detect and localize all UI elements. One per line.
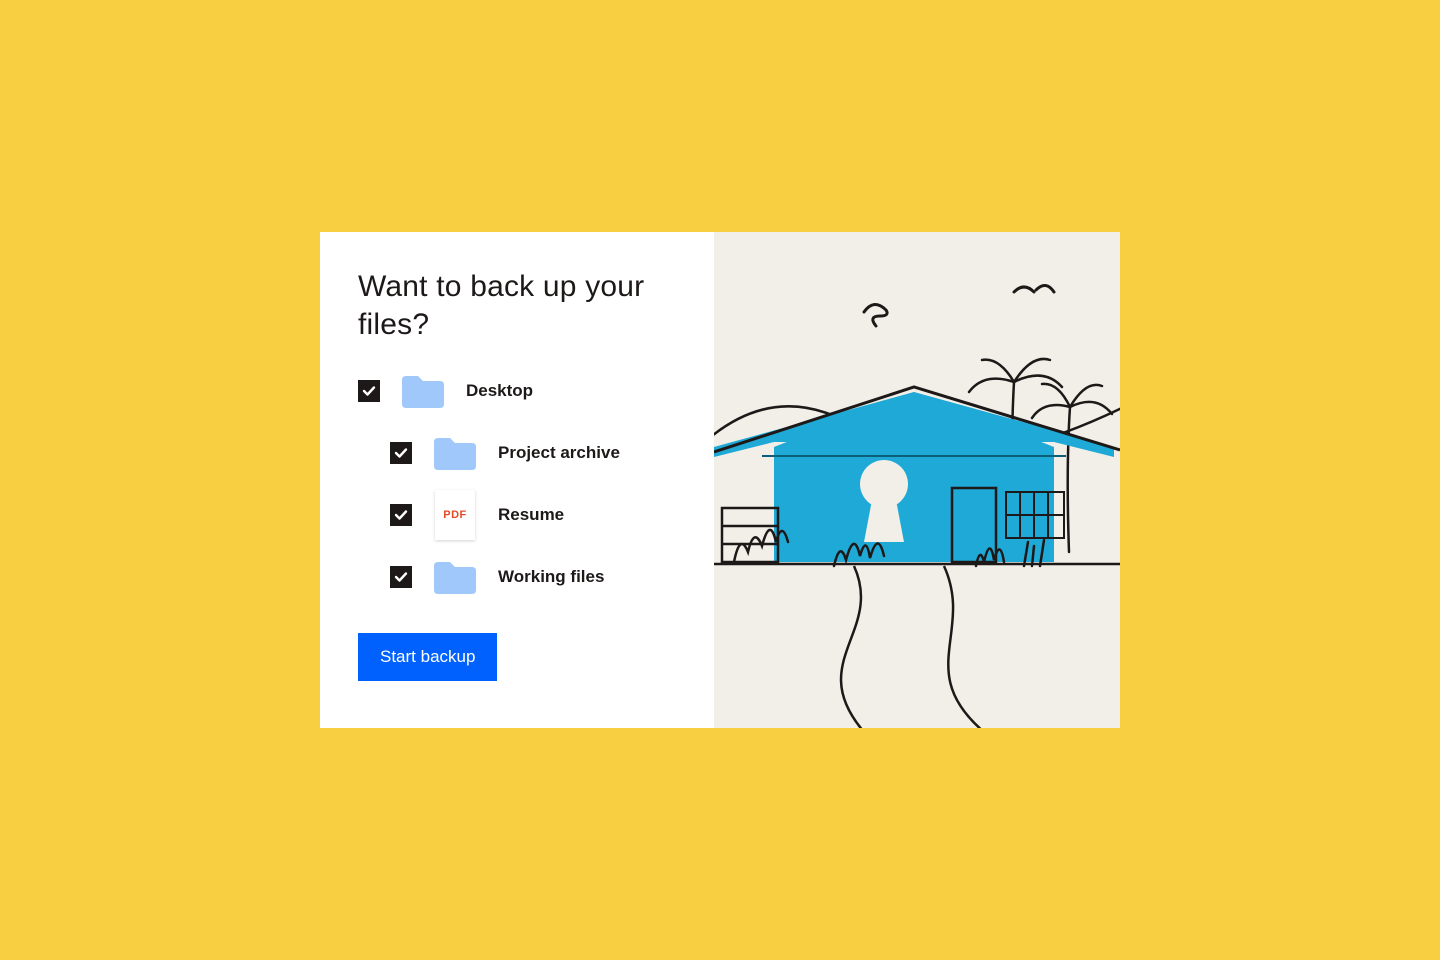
backup-item-label: Working files xyxy=(498,567,604,587)
backup-items-list: Desktop Project archive xyxy=(358,371,690,597)
backup-dialog: Want to back up your files? Desktop xyxy=(320,232,1120,728)
secure-house-illustration xyxy=(714,232,1120,728)
checkmark-icon xyxy=(394,446,408,460)
backup-item-resume: PDF Resume xyxy=(358,495,690,535)
folder-icon xyxy=(432,433,478,473)
checkbox-project-archive[interactable] xyxy=(390,442,412,464)
backup-form-pane: Want to back up your files? Desktop xyxy=(320,232,714,728)
backup-item-label: Project archive xyxy=(498,443,620,463)
folder-icon xyxy=(400,371,446,411)
backup-item-project-archive: Project archive xyxy=(358,433,690,473)
page-background: Want to back up your files? Desktop xyxy=(0,0,1440,960)
checkmark-icon xyxy=(362,384,376,398)
checkbox-desktop[interactable] xyxy=(358,380,380,402)
backup-item-label: Resume xyxy=(498,505,564,525)
illustration-pane xyxy=(714,232,1120,728)
checkbox-resume[interactable] xyxy=(390,504,412,526)
folder-icon xyxy=(432,557,478,597)
checkbox-working-files[interactable] xyxy=(390,566,412,588)
backup-item-desktop: Desktop xyxy=(358,371,690,411)
pdf-file-icon: PDF xyxy=(432,495,478,535)
backup-item-working-files: Working files xyxy=(358,557,690,597)
backup-item-label: Desktop xyxy=(466,381,533,401)
checkmark-icon xyxy=(394,508,408,522)
checkmark-icon xyxy=(394,570,408,584)
start-backup-button[interactable]: Start backup xyxy=(358,633,497,681)
dialog-title: Want to back up your files? xyxy=(358,268,690,343)
pdf-badge-text: PDF xyxy=(443,509,467,521)
